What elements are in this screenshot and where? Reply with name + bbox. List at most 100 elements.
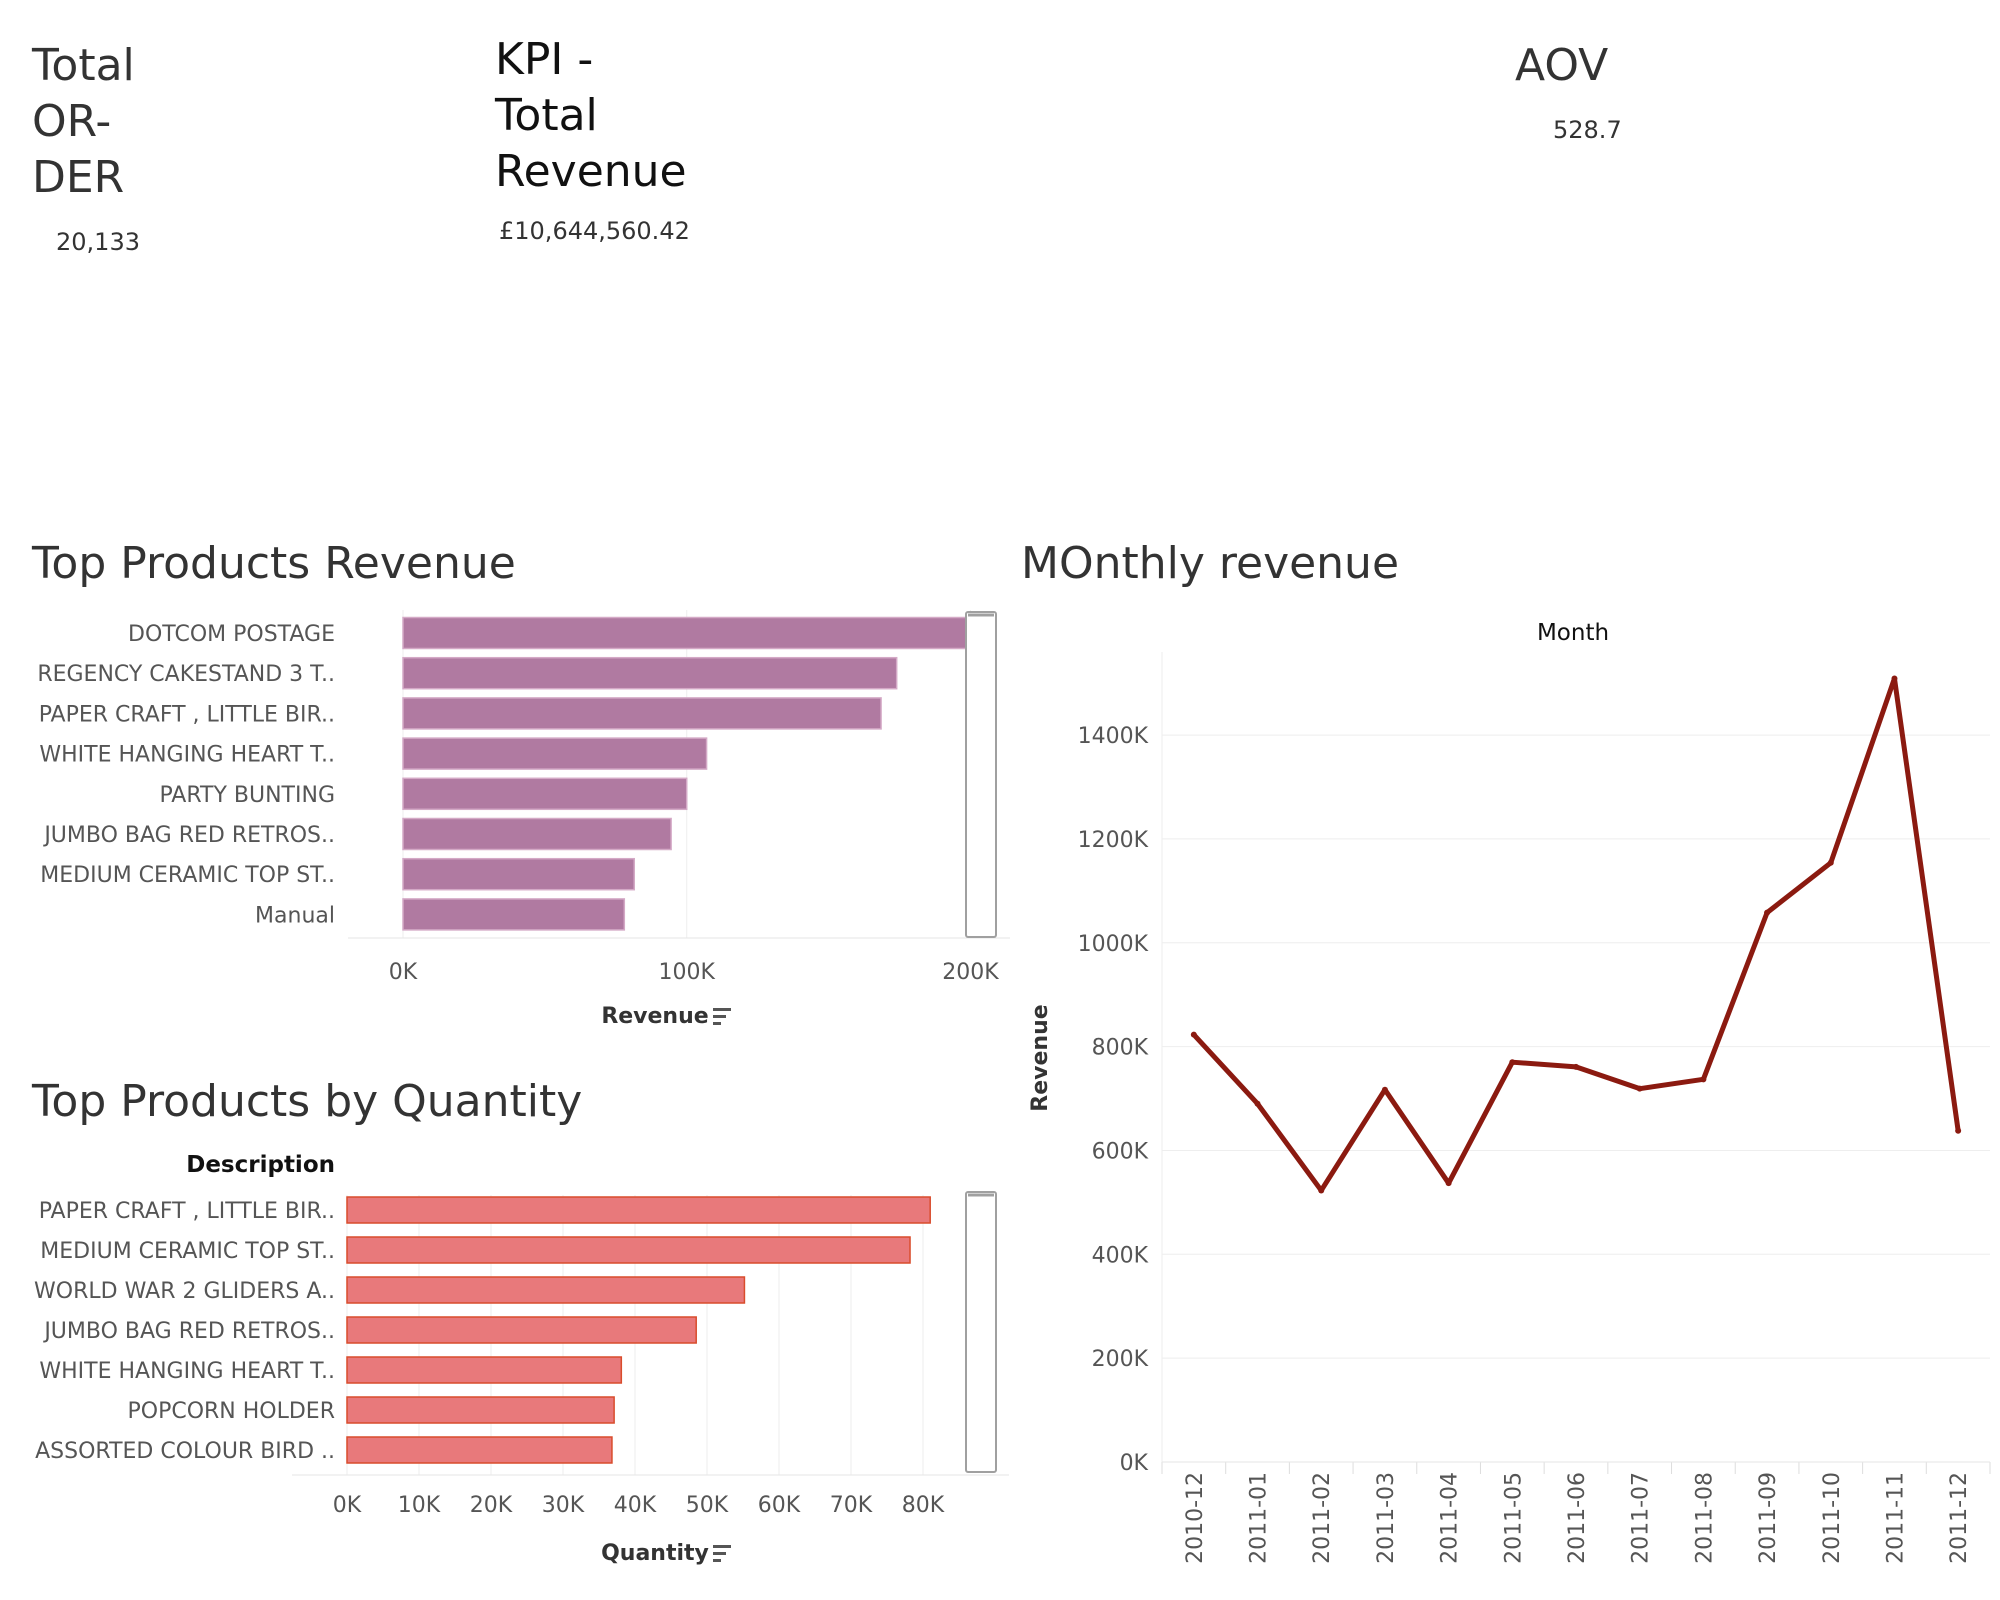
category-label: WHITE HANGING HEART T.. [39, 743, 335, 768]
data-point[interactable] [1636, 1085, 1643, 1092]
scrollbar[interactable] [965, 611, 997, 938]
y-axis-title: Revenue [1028, 1004, 1053, 1111]
x-tick-label: 0K [333, 1493, 362, 1518]
kpi-aov-value: 528.7 [1553, 116, 1622, 144]
category-label: PARTY BUNTING [159, 783, 335, 808]
x-tick-label: 80K [902, 1493, 945, 1518]
category-label: DOTCOM POSTAGE [128, 622, 335, 647]
scrollbar[interactable] [965, 1191, 997, 1473]
data-point[interactable] [1509, 1059, 1516, 1066]
bar[interactable] [346, 1316, 697, 1344]
revenue-bar-chart: DOTCOM POSTAGE REGENCY CAKESTAND 3 T.. PAP… [37, 610, 1010, 1029]
sort-icon-bar [713, 1552, 726, 1555]
bar[interactable] [402, 656, 898, 690]
x-tick-label: 2011-01 [1247, 1472, 1272, 1564]
sort-descending-icon[interactable] [713, 1008, 731, 1025]
category-label: JUMBO BAG RED RETROS.. [42, 1319, 335, 1344]
category-label: MEDIUM CERAMIC TOP ST.. [40, 1239, 335, 1264]
category-label: PAPER CRAFT , LITTLE BIR.. [39, 702, 335, 727]
x-tick-label: 2011-08 [1692, 1472, 1717, 1564]
kpi-total-order-value: 20,133 [56, 228, 140, 256]
bar[interactable] [402, 817, 672, 851]
x-tick-label: 50K [686, 1493, 729, 1518]
y-tick-label: 1400K [1078, 724, 1149, 749]
sort-icon-bar [713, 1559, 721, 1562]
data-point[interactable] [1955, 1127, 1962, 1134]
sort-icon-bar [713, 1022, 721, 1025]
x-tick-label: 2011-05 [1501, 1472, 1526, 1564]
x-tick-label: 2011-06 [1565, 1472, 1590, 1564]
bar[interactable] [346, 1196, 931, 1224]
bar[interactable] [346, 1396, 615, 1424]
x-axis-title: Quantity [601, 1541, 709, 1566]
bar[interactable] [346, 1236, 911, 1264]
monthly-line-chart: Month 0K 200K 400K 600K 800K 1000K 1200K 1400K Re… [1028, 620, 1991, 1564]
x-tick-label: 2011-11 [1883, 1472, 1908, 1564]
sort-descending-icon[interactable] [713, 1545, 731, 1562]
category-label: MEDIUM CERAMIC TOP ST.. [40, 863, 335, 888]
y-tick-label: 1200K [1078, 828, 1149, 853]
x-tick-label: 100K [659, 960, 716, 985]
x-axis-title: Revenue [601, 1004, 708, 1029]
data-point[interactable] [1891, 675, 1898, 682]
x-tick-label: 0K [389, 960, 418, 985]
y-tick-label: 800K [1092, 1036, 1149, 1061]
x-tick-label: 2011-02 [1310, 1472, 1335, 1564]
y-tick-label: 1000K [1078, 932, 1149, 957]
category-label: WORLD WAR 2 GLIDERS A.. [34, 1279, 335, 1304]
monthly-chart-title: MOnthly revenue [1021, 538, 1400, 589]
data-point[interactable] [1318, 1187, 1325, 1194]
sort-icon-bar [713, 1545, 731, 1548]
x-tick-label: 20K [470, 1493, 513, 1518]
sort-icon-bar [713, 1015, 726, 1018]
x-tick-label: 30K [542, 1493, 585, 1518]
category-label: POPCORN HOLDER [127, 1399, 335, 1424]
bar[interactable] [346, 1276, 746, 1304]
y-tick-label: 400K [1092, 1243, 1149, 1268]
category-label: Manual [255, 903, 335, 928]
bar[interactable] [346, 1436, 613, 1464]
x-tick-label: 200K [942, 960, 999, 985]
category-label: WHITE HANGING HEART T.. [39, 1359, 335, 1384]
x-tick-label: 2011-03 [1374, 1472, 1399, 1564]
category-header: Description [186, 1152, 335, 1178]
x-tick-label: 70K [830, 1493, 873, 1518]
y-tick-label: 600K [1092, 1139, 1149, 1164]
data-point[interactable] [1764, 909, 1771, 916]
bar[interactable] [402, 616, 989, 650]
y-tick-label: 0K [1120, 1451, 1149, 1476]
bar[interactable] [346, 1356, 623, 1384]
data-point[interactable] [1700, 1076, 1707, 1083]
category-label: ASSORTED COLOUR BIRD .. [35, 1439, 335, 1464]
category-label: JUMBO BAG RED RETROS.. [42, 823, 335, 848]
x-tick-label: 2011-07 [1629, 1472, 1654, 1564]
bar[interactable] [402, 777, 688, 811]
data-point[interactable] [1190, 1031, 1197, 1038]
sort-icon-bar [713, 1008, 731, 1011]
bar[interactable] [402, 737, 708, 770]
column-header: Month [1537, 620, 1609, 646]
data-point[interactable] [1827, 859, 1834, 866]
kpi-total-revenue-value: £10,644,560.42 [499, 217, 690, 245]
category-label: REGENCY CAKESTAND 3 T.. [37, 662, 335, 687]
data-point[interactable] [1381, 1086, 1388, 1093]
x-tick-label: 10K [398, 1493, 441, 1518]
x-tick-label: 2010-12 [1183, 1472, 1208, 1564]
bar[interactable] [402, 898, 626, 931]
category-label: PAPER CRAFT , LITTLE BIR.. [39, 1199, 335, 1224]
bar[interactable] [402, 857, 635, 891]
bar[interactable] [402, 697, 882, 730]
quantity-bar-chart: Description PAPER CRAFT , LITTLE BIR.. MED… [34, 1152, 1009, 1566]
kpi-aov-title: AOV [1515, 40, 1609, 91]
data-point[interactable] [1573, 1063, 1579, 1070]
x-tick-label: 2011-12 [1947, 1472, 1972, 1564]
kpi-total-revenue-title: KPI - Total Revenue [495, 34, 687, 197]
data-point[interactable] [1445, 1180, 1452, 1187]
kpi-total-order-title: Total OR- DER [32, 40, 135, 203]
data-point[interactable] [1254, 1100, 1261, 1107]
y-tick-label: 200K [1092, 1347, 1149, 1372]
revenue-chart-title: Top Products Revenue [32, 538, 516, 589]
revenue-line[interactable] [1191, 675, 1961, 1193]
x-tick-label: 60K [758, 1493, 801, 1518]
quantity-chart-title: Top Products by Quantity [32, 1076, 583, 1127]
